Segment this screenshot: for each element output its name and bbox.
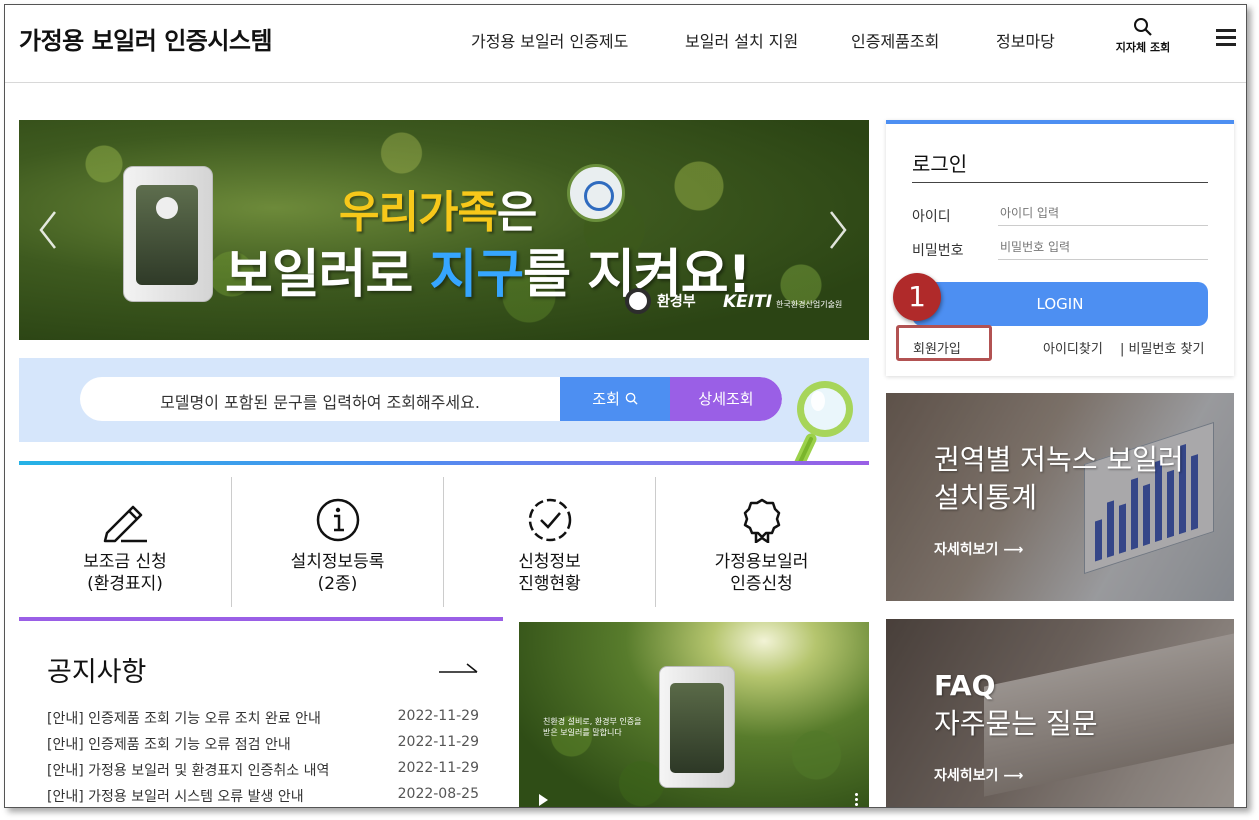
boiler-illustration <box>123 166 213 302</box>
id-label: 아이디 <box>912 209 951 225</box>
signup-highlight-box <box>896 325 992 361</box>
search-input[interactable]: 모델명이 포함된 문구를 입력하여 조회해주세요. <box>80 389 560 413</box>
nav-item-certification-system[interactable]: 가정용 보일러 인증제도 <box>471 28 628 52</box>
promo-title: 권역별 저녹스 보일러 설치통계 <box>934 443 1184 514</box>
password-input[interactable] <box>998 234 1208 260</box>
nav-item-certified-products[interactable]: 인증제품조회 <box>851 28 939 52</box>
nav-item-information[interactable]: 정보마당 <box>996 28 1055 52</box>
banner-prev-icon[interactable] <box>37 208 59 252</box>
search-icon <box>1134 18 1152 36</box>
quick-menu-label: 가정용보일러 <box>714 552 809 572</box>
promo-detail-link[interactable]: 자세히보기 ⟶ <box>934 539 1023 559</box>
promo-detail-link[interactable]: 자세히보기 ⟶ <box>934 765 1023 785</box>
banner-headline-1: 우리가족은 <box>339 187 537 238</box>
product-search-bar: 모델명이 포함된 문구를 입력하여 조회해주세요. 조회 상세조회 <box>19 358 869 442</box>
promo-card-faq[interactable]: FAQ 자주묻는 질문 자세히보기 ⟶ <box>886 619 1234 807</box>
quick-menu-certification-apply[interactable]: 가정용보일러 인증신청 <box>655 477 867 607</box>
video-caption: 친환경 설비로, 환경부 인증을 받은 보일러를 말합니다 <box>543 717 642 737</box>
award-icon <box>743 498 780 543</box>
search-icon <box>625 392 638 405</box>
arrow-right-icon[interactable] <box>439 662 479 674</box>
login-title: 로그인 <box>912 148 1208 183</box>
site-title[interactable]: 가정용 보일러 인증시스템 <box>19 21 273 56</box>
login-button[interactable]: LOGIN <box>912 282 1208 326</box>
promo-card-statistics[interactable]: 권역별 저녹스 보일러 설치통계 자세히보기 ⟶ <box>886 393 1234 601</box>
keiti-logo: KEITI 한국환경산업기술원 <box>723 292 843 312</box>
quick-menu-label: 신청정보 <box>518 552 581 572</box>
site-header: 가정용 보일러 인증시스템 가정용 보일러 인증제도 보일러 설치 지원 인증제… <box>5 5 1246 83</box>
detail-search-button[interactable]: 상세조회 <box>670 377 782 421</box>
play-icon[interactable] <box>539 794 548 806</box>
banner-next-icon[interactable] <box>827 208 849 252</box>
search-pill: 모델명이 포함된 문구를 입력하여 조회해주세요. 조회 상세조회 <box>80 377 782 421</box>
quick-menu-label: 보조금 신청 <box>83 552 167 572</box>
more-options-icon[interactable] <box>855 792 858 806</box>
password-label: 비밀번호 <box>912 243 964 259</box>
find-password-link[interactable]: | 비밀번호 찾기 <box>1120 338 1204 357</box>
promo-video[interactable]: 친환경 설비로, 환경부 인증을 받은 보일러를 말합니다 <box>519 622 869 807</box>
info-icon <box>316 498 359 542</box>
find-id-link[interactable]: 아이디찾기 <box>1043 338 1103 357</box>
search-button[interactable]: 조회 <box>560 377 670 421</box>
main-banner[interactable]: 우리가족은 보일러로 지구를 지켜요! 환경부 KEITI 한국환경산업기술원 <box>19 120 869 340</box>
quick-menu-sublabel: (2종) <box>317 574 358 594</box>
quick-menu-sublabel: 진행현황 <box>518 574 581 594</box>
notice-title: 공지사항 <box>47 657 147 688</box>
browser-page: 가정용 보일러 인증시스템 가정용 보일러 인증제도 보일러 설치 지원 인증제… <box>4 4 1247 808</box>
quick-menu-subsidy[interactable]: 보조금 신청 (환경표지) <box>19 477 231 607</box>
boiler-illustration <box>659 666 735 788</box>
region-search-button[interactable]: 지자체 조회 <box>1110 17 1176 55</box>
pencil-icon <box>103 505 147 543</box>
region-search-label: 지자체 조회 <box>1115 41 1171 54</box>
ministry-logo: 환경부 <box>625 288 696 314</box>
ministry-emblem-icon <box>625 288 651 314</box>
quick-menu-install-register[interactable]: 설치정보등록 (2종) <box>231 477 443 607</box>
nav-item-installation-support[interactable]: 보일러 설치 지원 <box>685 28 798 52</box>
promo-title: FAQ 자주묻는 질문 <box>934 669 1098 740</box>
quick-menu: 보조금 신청 (환경표지) 설치정보등록 (2종) 신청정보 진행현황 가정용보… <box>19 461 869 621</box>
check-circle-icon <box>528 498 571 542</box>
quick-menu-label: 설치정보등록 <box>290 552 385 572</box>
certification-badge-icon <box>567 164 625 222</box>
step-marker: 1 <box>893 273 941 321</box>
quick-menu-sublabel: 인증신청 <box>730 574 793 594</box>
menu-icon[interactable] <box>1216 29 1236 47</box>
id-input[interactable] <box>998 200 1208 226</box>
quick-menu-sublabel: (환경표지) <box>87 574 163 594</box>
notice-board: 공지사항 [안내] 인증제품 조회 기능 오류 조치 완료 안내 2022-11-… <box>19 622 503 807</box>
quick-menu-application-status[interactable]: 신청정보 진행현황 <box>443 477 655 607</box>
